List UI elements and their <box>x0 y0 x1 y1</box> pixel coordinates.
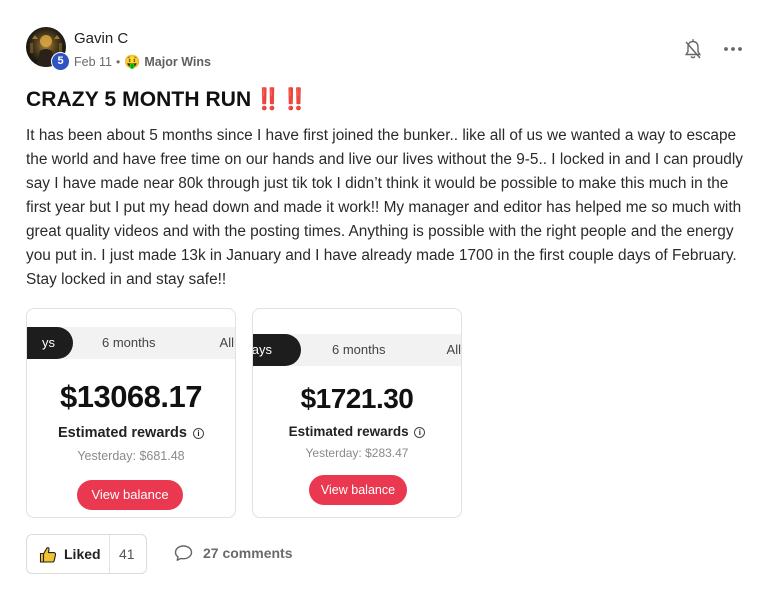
yesterday-earnings: Yesterday: $681.48 <box>77 449 185 463</box>
period-tabbar: ys 6 months All <box>27 327 235 359</box>
bell-off-icon <box>684 39 702 59</box>
rewards-label-text: Estimated rewards <box>288 424 409 439</box>
author-avatar[interactable]: 5 <box>26 27 70 71</box>
like-button[interactable]: Liked 41 <box>26 534 147 574</box>
more-dots-icon <box>724 47 742 51</box>
money-face-icon: 🤑 <box>124 54 141 69</box>
info-icon: i <box>192 428 204 439</box>
like-label: Liked <box>64 546 101 562</box>
rewards-amount: $1721.30 <box>300 383 414 414</box>
post-header: 5 Gavin C Feb 11 • 🤑 Major Wins <box>26 27 756 77</box>
comments-link[interactable]: 27 comments <box>174 544 292 562</box>
estimated-rewards-label: Estimated rewards i <box>253 424 461 439</box>
post-title: CRAZY 5 MONTH RUN ‼️‼️ <box>26 88 308 112</box>
post-title-text: CRAZY 5 MONTH RUN <box>26 88 252 111</box>
tab-days-active: ys <box>27 327 73 359</box>
view-balance-button: View balance <box>77 480 183 510</box>
comments-count: 27 comments <box>203 545 293 561</box>
attachment-image-1[interactable]: ys 6 months All $13068.17 Estimated rewa… <box>26 308 236 518</box>
post-date[interactable]: Feb 11 <box>74 55 112 69</box>
tab-6-months: 6 months <box>102 335 156 350</box>
category-link[interactable]: Major Wins <box>144 55 211 69</box>
period-tabbar: ays 6 months All <box>253 334 461 366</box>
level-badge: 5 <box>51 52 70 71</box>
double-exclamation-icon: ‼️‼️ <box>255 88 308 111</box>
comment-bubble-icon <box>174 545 193 561</box>
yesterday-earnings: Yesterday: $283.47 <box>305 446 409 460</box>
notification-bell-button[interactable] <box>683 39 703 61</box>
attachment-image-2[interactable]: ays 6 months All $1721.30 Estimated rewa… <box>252 308 462 518</box>
view-balance-button: View balance <box>309 475 407 505</box>
rewards-amount: $13068.17 <box>59 379 203 414</box>
post-meta: Feb 11 • 🤑 Major Wins <box>74 54 211 70</box>
tab-6-months: 6 months <box>332 342 386 357</box>
more-options-button[interactable] <box>721 39 745 59</box>
like-divider <box>109 535 110 573</box>
post-body: It has been about 5 months since I have … <box>26 127 743 288</box>
like-count[interactable]: 41 <box>119 546 135 562</box>
rewards-label-text: Estimated rewards <box>58 425 187 441</box>
meta-separator: • <box>116 55 121 69</box>
author-name[interactable]: Gavin C <box>74 30 128 47</box>
estimated-rewards-label: Estimated rewards i <box>27 425 235 441</box>
tab-all: All <box>446 342 461 357</box>
info-icon: i <box>414 427 426 438</box>
tab-all: All <box>219 335 234 350</box>
tab-days-active: ays <box>253 334 301 366</box>
thumbs-up-icon <box>39 547 57 563</box>
